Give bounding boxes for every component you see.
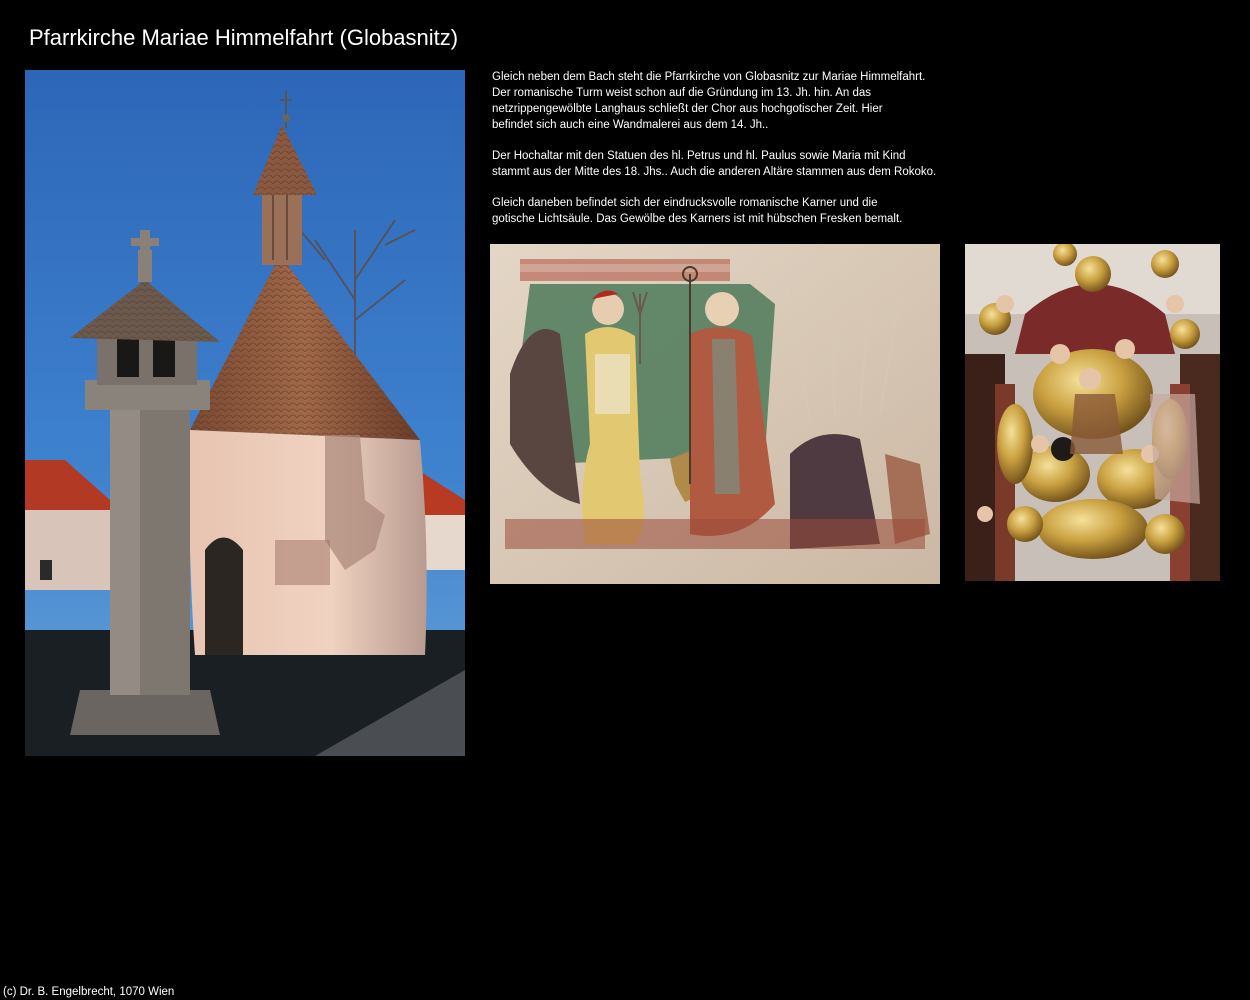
description-line: gotische Lichtsäule. Das Gewölbe des Kar… — [492, 213, 903, 225]
description-line: Gleich daneben befindet sich der eindruc… — [492, 197, 878, 209]
copyright-footer: (c) Dr. B. Engelbrecht, 1070 Wien — [3, 986, 175, 998]
description-line: netzrippengewölbte Langhaus schließt der… — [492, 103, 883, 115]
description-line: stammt aus der Mitte des 18. Jhs.. Auch … — [492, 166, 937, 178]
description-paragraph-1: Gleich neben dem Bach steht die Pfarrkir… — [492, 69, 972, 133]
description-line: Der romanische Turm weist schon auf die … — [492, 87, 872, 99]
description-paragraph-3: Gleich daneben befindet sich der eindruc… — [492, 195, 972, 227]
description-text: Gleich neben dem Bach steht die Pfarrkir… — [492, 69, 972, 242]
fresco-photo[interactable] — [490, 244, 940, 584]
description-line: Der Hochaltar mit den Statuen des hl. Pe… — [492, 150, 906, 162]
karner-photo[interactable] — [25, 70, 465, 756]
description-line: befindet sich auch eine Wandmalerei aus … — [492, 119, 769, 131]
description-line: Gleich neben dem Bach steht die Pfarrkir… — [492, 71, 926, 83]
altar-photo[interactable] — [965, 244, 1220, 581]
altar-photo-graphic — [965, 244, 1220, 581]
karner-photo-graphic — [25, 70, 465, 756]
page-title: Pfarrkirche Mariae Himmelfahrt (Globasni… — [29, 25, 459, 50]
description-paragraph-2: Der Hochaltar mit den Statuen des hl. Pe… — [492, 148, 972, 180]
fresco-photo-graphic — [490, 244, 940, 584]
